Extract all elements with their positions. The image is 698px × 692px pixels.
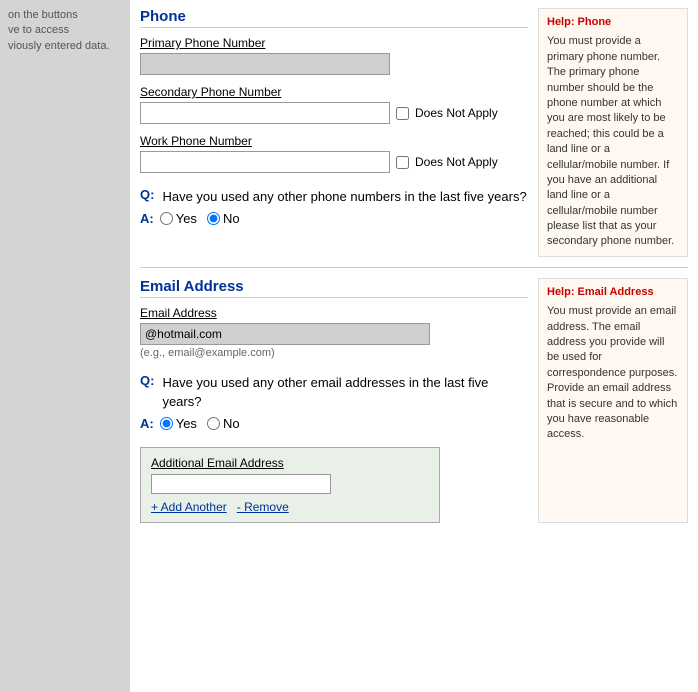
email-input[interactable] [140, 323, 430, 345]
phone-help-title: Help: Phone [547, 15, 679, 30]
phone-no-option: No [207, 211, 240, 226]
work-phone-input[interactable] [140, 151, 390, 173]
email-yes-radio[interactable] [160, 417, 173, 430]
email-form: Email Address Email Address (e.g., email… [140, 278, 528, 523]
email-section-row: Email Address Email Address (e.g., email… [140, 278, 688, 523]
remove-link[interactable]: - Remove [237, 500, 289, 514]
phone-question-text: Have you used any other phone numbers in… [162, 187, 526, 207]
email-a-label: A: [140, 416, 154, 431]
phone-question-block: Q: Have you used any other phone numbers… [140, 187, 528, 226]
phone-no-label: No [223, 211, 240, 226]
secondary-phone-group: Secondary Phone Number Does Not Apply [140, 85, 528, 124]
phone-no-radio[interactable] [207, 212, 220, 225]
additional-email-title: Additional Email Address [151, 456, 429, 470]
email-label: Email Address [140, 306, 528, 320]
work-phone-label: Work Phone Number [140, 134, 528, 148]
additional-email-input[interactable] [151, 474, 331, 494]
email-answer-row: A: Yes No [140, 416, 528, 431]
main-content: Phone Primary Phone Number Secondary Pho… [130, 0, 698, 692]
work-dna-label: Does Not Apply [415, 155, 498, 169]
secondary-phone-label: Secondary Phone Number [140, 85, 528, 99]
phone-yes-option: Yes [160, 211, 197, 226]
phone-yes-label: Yes [176, 211, 197, 226]
phone-help-text: You must provide a primary phone number.… [547, 34, 679, 249]
sidebar-text1: on the buttons [8, 9, 78, 21]
email-field-group: Email Address (e.g., email@example.com) [140, 306, 528, 359]
sidebar-text2: ve to access [8, 24, 69, 36]
primary-phone-label: Primary Phone Number [140, 36, 528, 50]
email-help-title: Help: Email Address [547, 285, 679, 300]
phone-radio-group: Yes No [160, 211, 240, 226]
sidebar-text: on the buttons ve to access viously ente… [0, 4, 130, 58]
additional-email-links: + Add Another - Remove [151, 500, 429, 514]
email-title: Email Address [140, 278, 528, 298]
secondary-dna-checkbox[interactable] [396, 107, 409, 120]
email-question-block: Q: Have you used any other email address… [140, 373, 528, 431]
primary-phone-group: Primary Phone Number [140, 36, 528, 75]
phone-answer-row: A: Yes No [140, 211, 528, 226]
email-question-text: Have you used any other email addresses … [162, 373, 528, 412]
add-another-link[interactable]: + Add Another [151, 500, 227, 514]
email-no-radio[interactable] [207, 417, 220, 430]
phone-a-label: A: [140, 211, 154, 226]
email-q-label: Q: [140, 373, 154, 412]
work-phone-group: Work Phone Number Does Not Apply [140, 134, 528, 173]
phone-form: Phone Primary Phone Number Secondary Pho… [140, 8, 528, 257]
phone-yes-radio[interactable] [160, 212, 173, 225]
secondary-phone-input[interactable] [140, 102, 390, 124]
email-yes-option: Yes [160, 416, 197, 431]
email-help: Help: Email Address You must provide an … [538, 278, 688, 523]
work-dna-checkbox[interactable] [396, 156, 409, 169]
phone-help: Help: Phone You must provide a primary p… [538, 8, 688, 257]
phone-title: Phone [140, 8, 528, 28]
email-help-text: You must provide an email address. The e… [547, 304, 679, 443]
primary-phone-input[interactable] [140, 53, 390, 75]
section-divider [140, 267, 688, 268]
email-no-option: No [207, 416, 240, 431]
email-yes-label: Yes [176, 416, 197, 431]
additional-email-box: Additional Email Address + Add Another -… [140, 447, 440, 523]
email-radio-group: Yes No [160, 416, 240, 431]
phone-q-label: Q: [140, 187, 154, 207]
secondary-dna-label: Does Not Apply [415, 106, 498, 120]
email-no-label: No [223, 416, 240, 431]
left-sidebar: on the buttons ve to access viously ente… [0, 0, 130, 692]
page-wrapper: on the buttons ve to access viously ente… [0, 0, 698, 692]
email-hint: (e.g., email@example.com) [140, 347, 528, 359]
phone-section-row: Phone Primary Phone Number Secondary Pho… [140, 8, 688, 257]
sidebar-text3: viously entered data. [8, 40, 110, 52]
